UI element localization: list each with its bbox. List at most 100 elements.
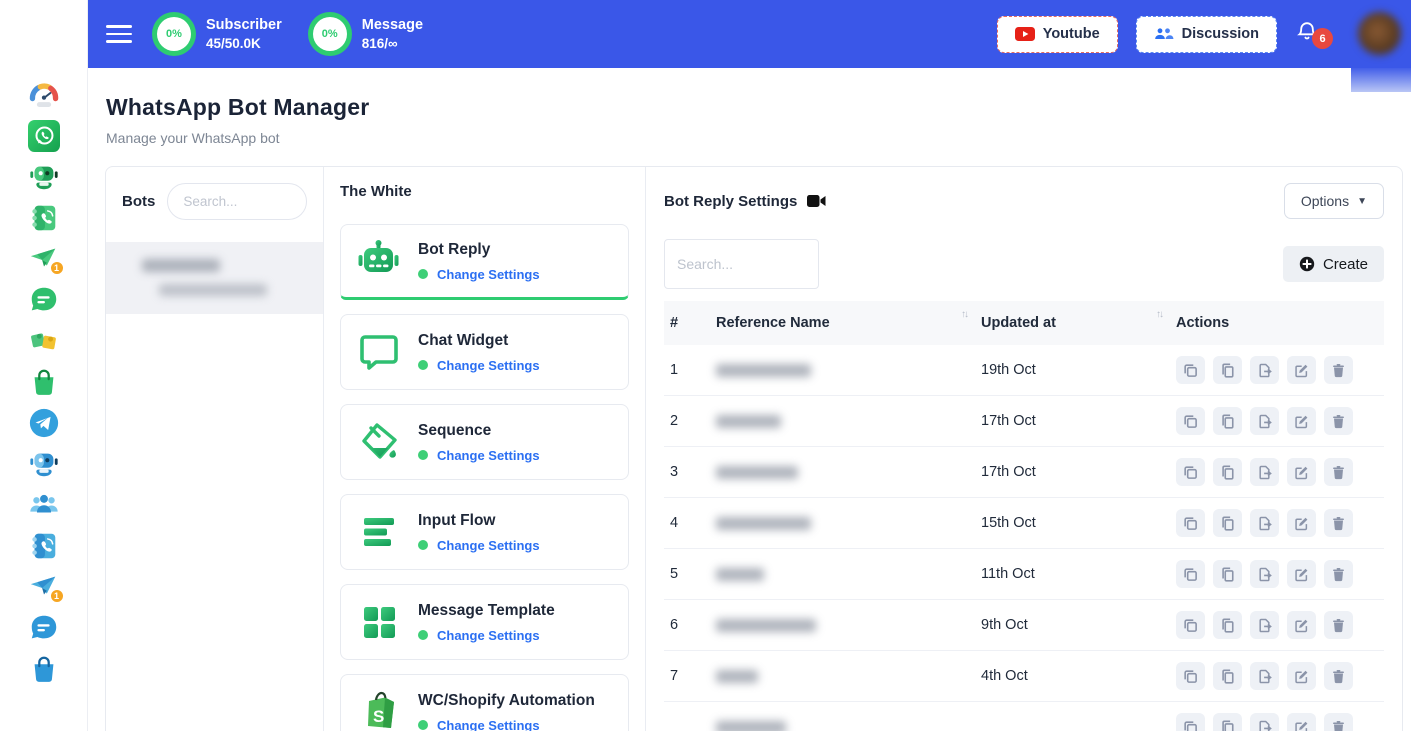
sort-icon[interactable]: ↑↓ [961, 309, 967, 320]
delete-button[interactable] [1324, 662, 1353, 690]
card-title: Chat Widget [418, 332, 540, 350]
clone-button[interactable] [1176, 560, 1205, 588]
trash-icon [1331, 618, 1346, 633]
change-settings-link[interactable]: Change Settings [437, 267, 540, 282]
change-settings-link[interactable]: Change Settings [437, 538, 540, 553]
copy-button[interactable] [1213, 662, 1242, 690]
notifications-button[interactable]: 6 [1295, 19, 1323, 49]
export-button[interactable] [1250, 611, 1279, 639]
change-settings-link[interactable]: Change Settings [437, 448, 540, 463]
edit-button[interactable] [1287, 509, 1316, 537]
copy-button[interactable] [1213, 611, 1242, 639]
clone-button[interactable] [1176, 458, 1205, 486]
col-header-actions: Actions [1172, 301, 1384, 345]
delete-button[interactable] [1324, 611, 1353, 639]
create-button[interactable]: Create [1283, 246, 1384, 282]
bot-name-redacted [142, 259, 220, 272]
updated-at: 15th Oct [977, 498, 1172, 549]
setting-card-message-template[interactable]: Message Template Change Settings [340, 584, 629, 660]
menu-toggle-icon[interactable] [106, 25, 132, 43]
whatsapp-store-icon[interactable] [27, 365, 61, 399]
telegram-chat-icon[interactable] [27, 611, 61, 645]
setting-card-bot-reply[interactable]: Bot Reply Change Settings [340, 224, 629, 300]
col-header-name[interactable]: Reference Name ↑↓ [712, 301, 977, 345]
edit-button[interactable] [1287, 560, 1316, 588]
bot-list-item-selected[interactable] [106, 242, 323, 314]
telegram-icon[interactable] [27, 406, 61, 440]
video-camera-icon[interactable] [807, 194, 826, 208]
export-button[interactable] [1250, 509, 1279, 537]
setting-card-sequence[interactable]: Sequence Change Settings [340, 404, 629, 480]
copy-button[interactable] [1213, 509, 1242, 537]
dashboard-gauge-icon[interactable] [27, 78, 61, 112]
edit-button[interactable] [1287, 407, 1316, 435]
row-number: 5 [664, 549, 712, 600]
col-header-updated[interactable]: Updated at ↑↓ [977, 301, 1172, 345]
export-button[interactable] [1250, 560, 1279, 588]
telegram-store-icon[interactable] [27, 652, 61, 686]
export-button[interactable] [1250, 458, 1279, 486]
clone-button[interactable] [1176, 713, 1205, 731]
table-row: 1 19th Oct [664, 345, 1384, 396]
edit-button[interactable] [1287, 356, 1316, 384]
delete-button[interactable] [1324, 356, 1353, 384]
clone-button[interactable] [1176, 611, 1205, 639]
copy-icon [1220, 567, 1235, 582]
row-number: 1 [664, 345, 712, 396]
edit-button[interactable] [1287, 713, 1316, 731]
edit-button[interactable] [1287, 611, 1316, 639]
telegram-contacts-icon[interactable] [27, 529, 61, 563]
delete-button[interactable] [1324, 458, 1353, 486]
selected-bot-panel: The White [323, 167, 646, 731]
setting-card-chat-widget[interactable]: Chat Widget Change Settings [340, 314, 629, 390]
copy-button[interactable] [1213, 458, 1242, 486]
subscriber-percent: 0% [157, 17, 191, 51]
row-number [664, 702, 712, 731]
whatsapp-contacts-icon[interactable] [27, 201, 61, 235]
setting-card-wc-shopify[interactable]: S WC/Shopify Automation Change Settings [340, 674, 629, 731]
whatsapp-chat-icon[interactable] [27, 283, 61, 317]
delete-button[interactable] [1324, 713, 1353, 731]
main-content: WhatsApp Bot Manager Manage your WhatsAp… [88, 0, 1411, 731]
edit-button[interactable] [1287, 458, 1316, 486]
delete-button[interactable] [1324, 407, 1353, 435]
clone-button[interactable] [1176, 662, 1205, 690]
export-button[interactable] [1250, 356, 1279, 384]
clone-button[interactable] [1176, 356, 1205, 384]
telegram-groups-icon[interactable] [27, 488, 61, 522]
telegram-bot-icon[interactable] [27, 447, 61, 481]
bots-search-input[interactable] [167, 183, 307, 220]
sort-icon[interactable]: ↑↓ [1156, 309, 1162, 320]
whatsapp-broadcast-icon[interactable]: 1 [27, 242, 61, 276]
clone-button[interactable] [1176, 509, 1205, 537]
change-settings-link[interactable]: Change Settings [437, 628, 540, 643]
export-button[interactable] [1250, 713, 1279, 731]
youtube-button[interactable]: Youtube [997, 16, 1118, 53]
copy-button[interactable] [1213, 356, 1242, 384]
delete-button[interactable] [1324, 560, 1353, 588]
row-number: 7 [664, 651, 712, 702]
change-settings-link[interactable]: Change Settings [437, 358, 540, 373]
table-search-input[interactable] [664, 239, 819, 289]
edit-button[interactable] [1287, 662, 1316, 690]
copy-button[interactable] [1213, 713, 1242, 731]
clone-button[interactable] [1176, 407, 1205, 435]
telegram-broadcast-icon[interactable]: 1 [27, 570, 61, 604]
change-settings-link[interactable]: Change Settings [437, 718, 540, 731]
copy-button[interactable] [1213, 560, 1242, 588]
delete-button[interactable] [1324, 509, 1353, 537]
subscriber-label: Subscriber [206, 16, 282, 35]
export-button[interactable] [1250, 662, 1279, 690]
robot-icon [355, 237, 403, 285]
whatsapp-icon[interactable] [27, 119, 61, 153]
whatsapp-bot-icon[interactable] [27, 160, 61, 194]
setting-card-input-flow[interactable]: Input Flow Change Settings [340, 494, 629, 570]
message-progress-ring: 0% [308, 12, 352, 56]
integrations-puzzle-icon[interactable] [27, 324, 61, 358]
discussion-button[interactable]: Discussion [1136, 16, 1277, 53]
copy-button[interactable] [1213, 407, 1242, 435]
export-button[interactable] [1250, 407, 1279, 435]
paint-bucket-icon [355, 418, 403, 466]
options-button[interactable]: Options ▼ [1284, 183, 1384, 219]
user-avatar[interactable] [1358, 12, 1401, 55]
